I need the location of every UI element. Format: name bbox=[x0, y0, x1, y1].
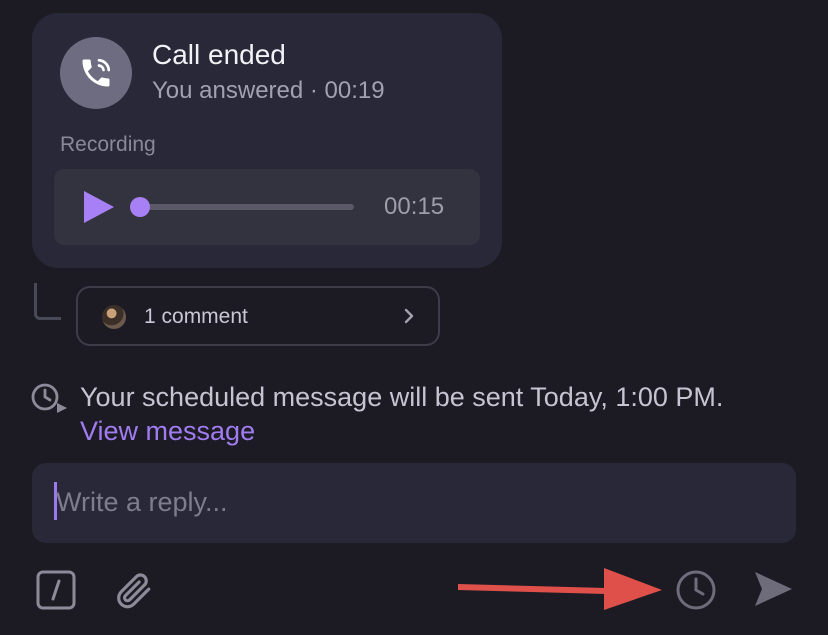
call-avatar bbox=[60, 37, 132, 109]
recording-duration: 00:15 bbox=[384, 193, 445, 220]
view-message-link[interactable]: View message bbox=[80, 416, 255, 447]
call-title: Call ended bbox=[152, 39, 286, 70]
paperclip-icon[interactable] bbox=[112, 568, 154, 612]
phone-call-icon bbox=[82, 58, 111, 87]
audio-player: 00:15 bbox=[54, 169, 480, 245]
commenter-avatar bbox=[102, 305, 126, 329]
slash-command-icon[interactable] bbox=[36, 570, 76, 610]
progress-knob[interactable] bbox=[130, 197, 150, 217]
scheduled-message-text: Your scheduled message will be sent Toda… bbox=[80, 382, 724, 412]
recording-label: Recording bbox=[60, 133, 156, 156]
comments-count-label: 1 comment bbox=[144, 305, 248, 328]
play-icon[interactable] bbox=[82, 189, 116, 225]
progress-track[interactable] bbox=[140, 204, 354, 210]
thread-connector bbox=[34, 283, 61, 320]
scheduled-clock-icon bbox=[31, 383, 67, 413]
comments-button[interactable]: 1 comment bbox=[76, 286, 440, 346]
call-card: Call ended You answered · 00:19 Recordin… bbox=[32, 13, 502, 268]
reply-placeholder: Write a reply... bbox=[56, 487, 228, 517]
chevron-right-icon bbox=[404, 308, 414, 324]
clock-icon[interactable] bbox=[674, 568, 718, 612]
annotation-arrow bbox=[458, 568, 662, 610]
reply-input[interactable]: Write a reply... bbox=[32, 463, 796, 543]
send-icon[interactable] bbox=[752, 569, 794, 609]
call-subtitle: You answered · 00:19 bbox=[152, 77, 385, 104]
